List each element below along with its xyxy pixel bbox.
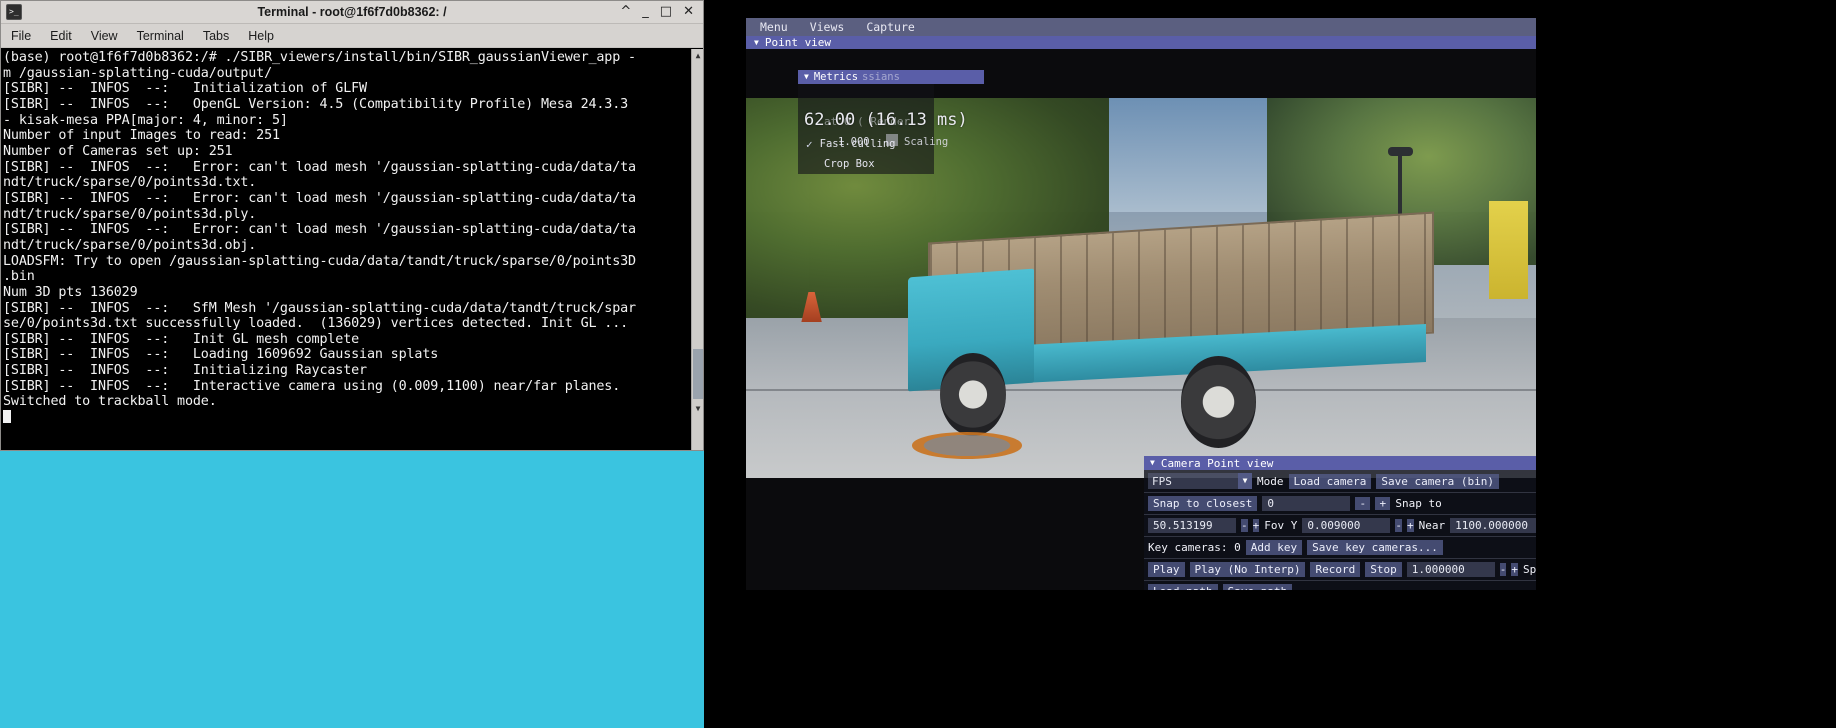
save-key-cameras-button[interactable]: Save key cameras...	[1307, 540, 1443, 555]
fov-y-label: Fov Y	[1264, 519, 1298, 532]
chevron-down-icon[interactable]: ▼	[1238, 473, 1252, 489]
stop-button[interactable]: Stop	[1365, 562, 1402, 577]
scroll-up-icon[interactable]: ▲	[693, 51, 703, 61]
near-label: Near	[1418, 519, 1446, 532]
metrics-title: Metrics	[813, 71, 859, 83]
scene-lamp-head	[1387, 147, 1413, 156]
scroll-down-icon[interactable]: ▼	[693, 404, 703, 414]
terminal-icon: >_	[6, 4, 22, 20]
near-input[interactable]: 1100.000000	[1450, 518, 1536, 533]
sibr-menu-capture[interactable]: Capture	[866, 20, 914, 34]
sibr-menubar: Menu Views Capture	[746, 18, 1536, 36]
fov-increment-button[interactable]: +	[1407, 519, 1414, 532]
metrics-panel-header[interactable]: ▼ Metrics ssians	[798, 70, 984, 84]
snap-to-label: Snap to	[1395, 497, 1442, 510]
terminal-titlebar[interactable]: >_ Terminal - root@1f6f7d0b8362: / ^ _ □…	[1, 1, 703, 24]
menu-tabs[interactable]: Tabs	[203, 29, 229, 43]
scene-manhole	[911, 432, 1023, 459]
screen: >_ Terminal - root@1f6f7d0b8362: / ^ _ □…	[0, 0, 1836, 728]
fov-decrement-button[interactable]: -	[1395, 519, 1402, 532]
terminal-scrollbar-thumb[interactable]	[693, 349, 703, 399]
fast-culling-label: Fast culling	[819, 138, 896, 150]
chevron-down-icon: ▼	[804, 72, 809, 81]
menu-view[interactable]: View	[91, 29, 118, 43]
terminal-cursor	[3, 410, 11, 424]
camera-panel-header[interactable]: ▼ Camera Point view	[1144, 456, 1536, 470]
add-key-button[interactable]: Add key	[1245, 540, 1303, 555]
camera-point-view-panel: ▼ Camera Point view FPS ▼ Mode Load came…	[1144, 456, 1536, 590]
fov-near-row: 50.513199 - + Fov Y 0.009000 - + Near 11…	[1144, 515, 1536, 537]
chevron-down-icon: ▼	[1150, 458, 1155, 467]
sibr-menu-views[interactable]: Views	[810, 20, 845, 34]
menu-terminal[interactable]: Terminal	[137, 29, 184, 43]
metrics-ghost-title: ssians	[862, 71, 900, 83]
key-cameras-label: Key cameras: 0	[1148, 541, 1241, 554]
chevron-down-icon: ▼	[754, 37, 759, 47]
load-camera-button[interactable]: Load camera	[1288, 473, 1372, 489]
metrics-fps-row: 62.00 (16.13 ms) at 0 ( Render 1.000 Sca…	[798, 84, 968, 148]
camera-speed-input[interactable]: 50.513199	[1148, 518, 1236, 533]
menu-edit[interactable]: Edit	[50, 29, 72, 43]
menu-help[interactable]: Help	[248, 29, 274, 43]
save-camera-bin-button[interactable]: Save camera (bin)	[1376, 473, 1499, 489]
terminal-output-text: (base) root@1f6f7d0b8362:/# ./SIBR_viewe…	[3, 50, 636, 410]
fast-culling-toggle[interactable]: ✓ Fast culling	[798, 134, 934, 154]
point-view-panel-header[interactable]: ▼ Point view	[746, 36, 1536, 49]
mode-label: Mode	[1257, 474, 1284, 488]
camera-speed-decrement-button[interactable]: -	[1241, 519, 1248, 532]
snap-row: Snap to closest 0 - + Snap to	[1144, 493, 1536, 515]
minimize-icon[interactable]: _	[642, 5, 649, 18]
mode-select[interactable]: FPS ▼	[1148, 473, 1252, 489]
point-view-title: Point view	[764, 36, 832, 49]
scene-truck-rear-wheel	[1180, 356, 1256, 448]
record-button[interactable]: Record	[1310, 562, 1361, 577]
menu-file[interactable]: File	[11, 29, 31, 43]
crop-box-label: Crop Box	[824, 158, 875, 170]
minimize-to-top-icon[interactable]: ^	[620, 5, 631, 18]
camera-panel-title: Camera Point view	[1160, 456, 1274, 470]
save-path-button[interactable]: Save path	[1222, 584, 1293, 590]
mode-selected-value: FPS	[1152, 474, 1172, 488]
window-buttons: ^ _ □ ✕	[620, 5, 703, 18]
sibr-viewer-window: Menu Views Capture ▼ Point view ▼ Metric…	[746, 18, 1536, 590]
sibr-menu-menu[interactable]: Menu	[760, 20, 788, 34]
terminal-scrollbar[interactable]: ▲ ▼	[691, 49, 703, 450]
snap-index-decrement-button[interactable]: -	[1355, 497, 1371, 510]
fov-y-input[interactable]: 0.009000	[1302, 518, 1391, 533]
path-row: Load path Save path	[1144, 581, 1536, 590]
load-path-button[interactable]: Load path	[1148, 584, 1218, 590]
metrics-panel: ▼ Metrics ssians 62.00 (16.13 ms) at 0 (…	[798, 70, 984, 174]
speed-label: Speed	[1522, 563, 1536, 576]
playback-speed-input[interactable]: 1.000000	[1406, 562, 1495, 577]
camera-mode-row: FPS ▼ Mode Load camera Save camera (bin)	[1144, 470, 1536, 493]
scene-sidewalk-line	[746, 389, 1536, 391]
terminal-menubar: File Edit View Terminal Tabs Help	[1, 24, 703, 48]
close-icon[interactable]: ✕	[683, 5, 694, 18]
play-no-interp-button[interactable]: Play (No Interp)	[1189, 562, 1306, 577]
terminal-output: (base) root@1f6f7d0b8362:/# ./SIBR_viewe…	[3, 50, 691, 426]
terminal-body[interactable]: (base) root@1f6f7d0b8362:/# ./SIBR_viewe…	[1, 48, 703, 450]
snap-index-increment-button[interactable]: +	[1375, 497, 1391, 510]
key-cameras-row: Key cameras: 0 Add key Save key cameras.…	[1144, 537, 1536, 559]
playback-row: Play Play (No Interp) Record Stop 1.0000…	[1144, 559, 1536, 581]
terminal-title: Terminal - root@1f6f7d0b8362: /	[257, 5, 447, 19]
playback-speed-increment-button[interactable]: +	[1511, 563, 1518, 576]
camera-speed-increment-button[interactable]: +	[1252, 519, 1260, 532]
playback-speed-decrement-button[interactable]: -	[1499, 563, 1507, 576]
snap-index-input[interactable]: 0	[1262, 496, 1351, 511]
terminal-window: >_ Terminal - root@1f6f7d0b8362: / ^ _ □…	[0, 0, 704, 451]
snap-to-closest-button[interactable]: Snap to closest	[1148, 496, 1258, 511]
maximize-icon[interactable]: □	[660, 5, 672, 18]
crop-box-toggle[interactable]: Crop Box	[798, 154, 934, 174]
scene-truck-front-wheel	[939, 352, 1006, 437]
play-button[interactable]: Play	[1148, 562, 1185, 577]
metrics-ghost-overlay: at 0 ( Render	[824, 115, 911, 128]
check-icon: ✓	[806, 137, 813, 151]
scene-umbrella	[1488, 200, 1529, 300]
